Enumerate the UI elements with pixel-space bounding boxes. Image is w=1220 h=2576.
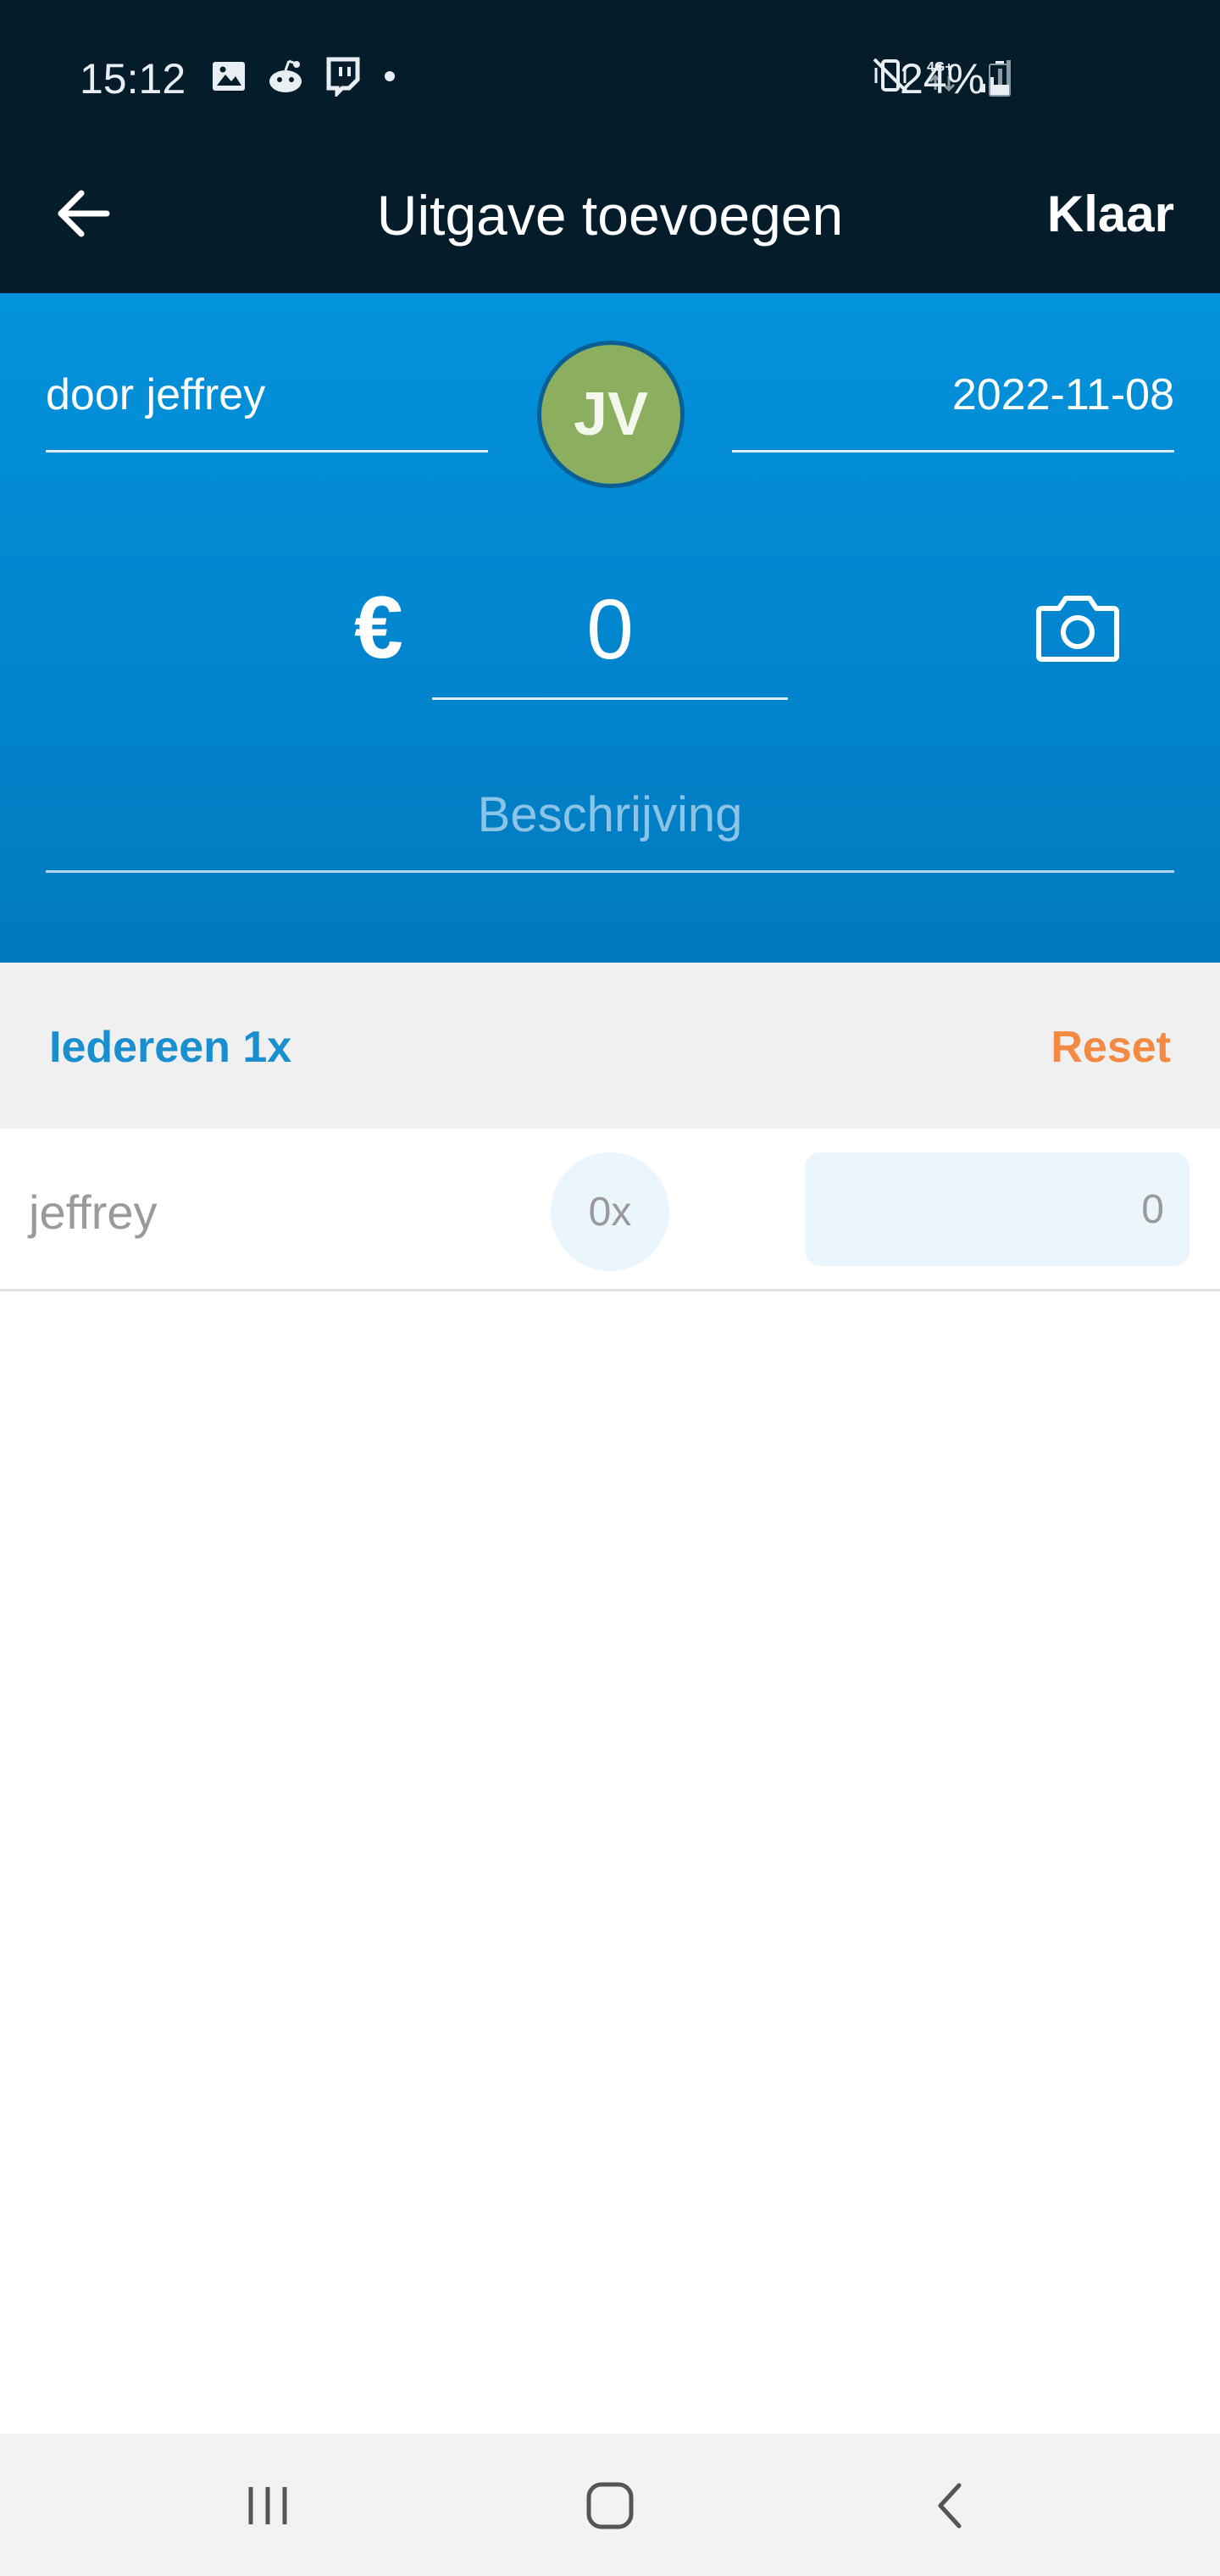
chevron-left-icon — [938, 2483, 962, 2529]
date-field[interactable]: 2022-11-08 — [732, 369, 1174, 452]
home-icon — [586, 2482, 634, 2529]
battery-icon — [989, 61, 1011, 97]
share-amount-input[interactable]: 0 — [805, 1152, 1190, 1266]
description-placeholder: Beschrijving — [477, 787, 743, 842]
list-item: jeffrey 0x 0 — [0, 1129, 1220, 1291]
page-title: Uitgave toevoegen — [376, 184, 844, 247]
recent-apps-button[interactable] — [225, 2468, 310, 2544]
system-nav-bar — [0, 2434, 1220, 2576]
currency-symbol: € — [354, 579, 403, 677]
date-value: 2022-11-08 — [951, 370, 1174, 419]
expense-header: door jeffrey JV 2022-11-08 € 0 Beschrijv… — [0, 293, 1220, 963]
reddit-icon — [269, 59, 302, 92]
back-nav-button[interactable] — [908, 2468, 993, 2544]
app-bar: Uitgave toevoegen Klaar — [0, 153, 1220, 293]
status-bar: 15:12 4G+ 24% — [0, 0, 1220, 153]
home-button[interactable] — [568, 2468, 652, 2544]
payer-label: door jeffrey — [46, 370, 266, 419]
split-actions: Iedereen 1x Reset — [0, 963, 1220, 1129]
dot-icon — [385, 71, 395, 81]
status-time: 15:12 — [80, 55, 186, 103]
notification-icons — [210, 56, 400, 97]
amount-input[interactable]: 0 — [432, 563, 788, 700]
participant-name: jeffrey — [29, 1185, 158, 1239]
avatar[interactable]: JV — [537, 341, 685, 488]
gallery-icon — [213, 62, 245, 91]
weight-stepper[interactable]: 0x — [551, 1152, 669, 1271]
recent-apps-icon — [248, 2487, 287, 2524]
camera-icon[interactable] — [1035, 591, 1120, 663]
done-button[interactable]: Klaar — [1047, 185, 1174, 243]
reset-button[interactable]: Reset — [1051, 1022, 1171, 1073]
everyone-once-button[interactable]: Iedereen 1x — [49, 1022, 291, 1073]
battery-percentage: 24% — [900, 55, 985, 103]
payer-field[interactable]: door jeffrey — [46, 369, 488, 452]
twitch-icon — [326, 57, 360, 97]
description-input[interactable]: Beschrijving — [46, 776, 1174, 873]
